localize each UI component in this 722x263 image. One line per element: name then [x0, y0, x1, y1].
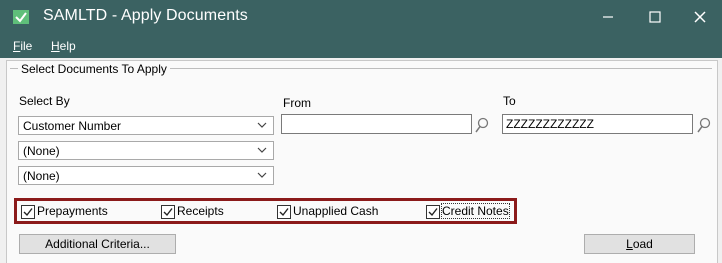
select-by-dropdown-1[interactable]: Customer Number	[18, 116, 274, 135]
to-value: ZZZZZZZZZZZZ	[506, 117, 594, 131]
load-button[interactable]: Load	[584, 234, 695, 254]
menu-file-label: ile	[20, 39, 33, 53]
checkmark-icon	[23, 208, 33, 217]
menu-bar: File Help	[0, 34, 722, 58]
unapplied-cash-label: Unapplied Cash	[293, 204, 379, 218]
select-by-value-3: (None)	[23, 169, 60, 183]
minimize-icon	[603, 16, 613, 18]
select-by-dropdown-3[interactable]: (None)	[18, 166, 274, 185]
checkbox-box	[161, 205, 175, 219]
checkmark-icon	[163, 208, 173, 217]
chevron-down-icon	[257, 147, 267, 153]
select-by-dropdown-2[interactable]: (None)	[18, 141, 274, 160]
window-title: SAMLTD - Apply Documents	[43, 7, 248, 24]
credit-notes-label: Credit Notes	[441, 203, 510, 219]
load-mnemonic: L	[626, 237, 633, 251]
checkmark-icon	[279, 208, 289, 217]
to-search-icon[interactable]	[697, 117, 711, 133]
group-legend: Select Documents To Apply	[18, 62, 170, 76]
receipts-checkbox[interactable]: Receipts	[161, 204, 241, 219]
select-by-label: Select By	[19, 94, 70, 108]
from-label: From	[283, 96, 311, 110]
checkmark-icon	[428, 208, 438, 217]
title-bar: SAMLTD - Apply Documents	[0, 0, 722, 34]
main-panel	[6, 60, 718, 263]
checkbox-box	[21, 205, 35, 219]
chevron-down-icon	[257, 122, 267, 128]
prepayments-checkbox[interactable]: Prepayments	[21, 204, 121, 219]
checkbox-box	[426, 205, 440, 219]
to-input[interactable]: ZZZZZZZZZZZZ	[502, 114, 693, 134]
menu-help-label: elp	[59, 39, 76, 53]
select-by-value-2: (None)	[23, 144, 60, 158]
unapplied-cash-checkbox[interactable]: Unapplied Cash	[277, 204, 387, 219]
close-icon	[694, 11, 706, 23]
additional-criteria-label: Additional Criteria...	[45, 237, 150, 251]
maximize-button[interactable]	[633, 0, 677, 34]
to-label: To	[503, 94, 516, 108]
from-search-icon[interactable]	[475, 117, 489, 133]
prepayments-label: Prepayments	[37, 204, 108, 218]
menu-help[interactable]: Help	[51, 39, 76, 53]
from-input[interactable]	[281, 114, 472, 134]
additional-criteria-button[interactable]: Additional Criteria...	[19, 234, 176, 254]
receipts-label: Receipts	[177, 204, 224, 218]
select-by-value-1: Customer Number	[23, 119, 122, 133]
app-check-icon	[13, 10, 29, 24]
credit-notes-checkbox[interactable]: Credit Notes	[426, 203, 512, 219]
menu-file[interactable]: File	[13, 39, 32, 53]
close-button[interactable]	[678, 0, 722, 34]
load-label: oad	[632, 237, 653, 251]
checkbox-box	[277, 205, 291, 219]
chevron-down-icon	[257, 172, 267, 178]
maximize-icon	[649, 11, 661, 23]
menu-help-mnemonic: H	[51, 39, 60, 53]
minimize-button[interactable]	[586, 0, 630, 34]
